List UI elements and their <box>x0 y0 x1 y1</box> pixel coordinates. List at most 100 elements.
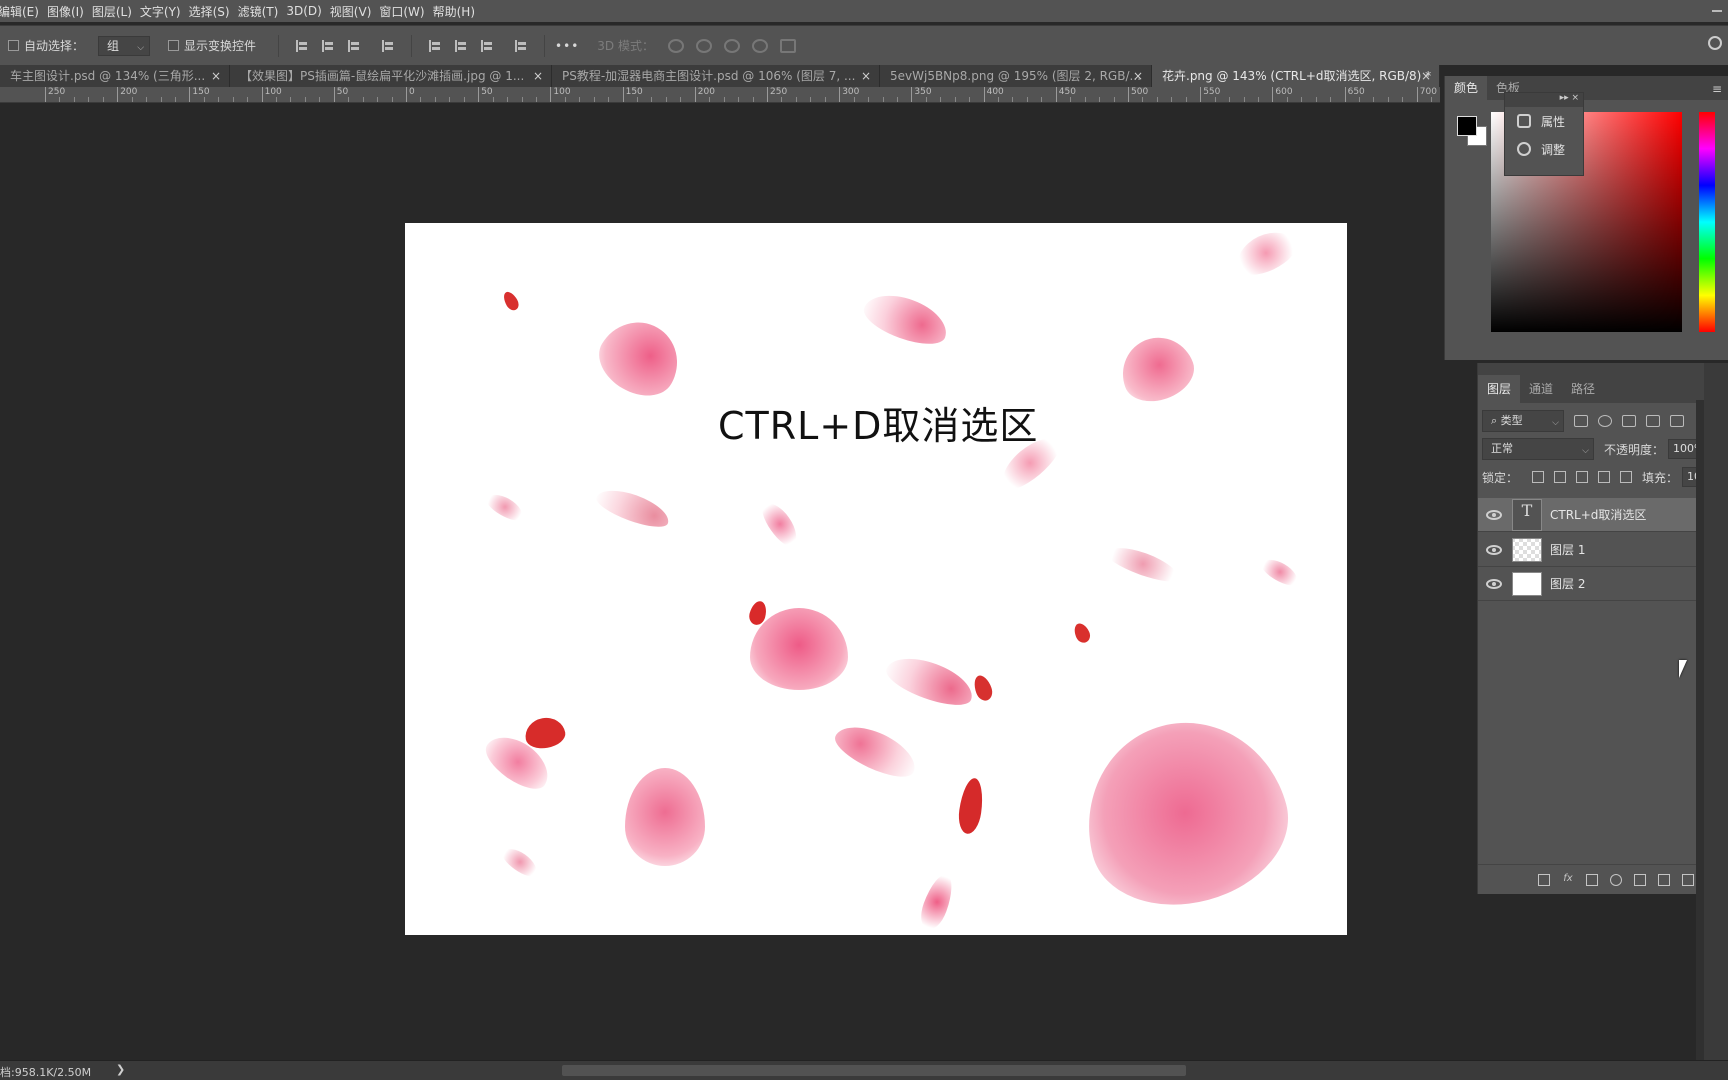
menu-select[interactable]: 选择(S) <box>189 3 238 20</box>
lock-artboard-icon[interactable] <box>1598 471 1611 483</box>
adjustments-button[interactable]: 调整 <box>1505 135 1583 163</box>
link-icon[interactable] <box>1538 873 1550 886</box>
lock-all-icon[interactable] <box>1620 471 1633 483</box>
lock-pixels-icon[interactable] <box>1554 471 1567 483</box>
canvas-text-layer[interactable]: CTRL+D取消选区 <box>718 395 1038 450</box>
close-icon[interactable]: × <box>533 65 543 87</box>
menu-3d[interactable]: 3D(D) <box>286 4 329 18</box>
ruler-minor-tick <box>969 97 971 102</box>
ruler-minor-tick <box>723 97 725 102</box>
menu-window[interactable]: 窗口(W) <box>379 3 432 20</box>
close-icon[interactable]: × <box>1133 65 1143 87</box>
trash-icon[interactable] <box>1682 873 1694 886</box>
auto-select-dropdown[interactable]: 组 ⌵ <box>98 35 151 56</box>
tab-color[interactable]: 颜色 <box>1445 76 1488 100</box>
tab-paths[interactable]: 路径 <box>1562 375 1604 403</box>
ruler-minor-tick <box>131 97 133 102</box>
new-layer-icon[interactable] <box>1658 873 1670 886</box>
layer-row-1[interactable]: 图层 1 <box>1478 533 1708 567</box>
align-top-icon[interactable] <box>428 39 442 53</box>
show-transform-checkbox[interactable] <box>168 40 180 51</box>
layers-panel: 图层 通道 路径 ≡ ⌕ 类型 ⌵ 正常 ⌵ 不透明度： 100% 锁定： 填充… <box>1477 363 1728 894</box>
align-bottom-icon[interactable] <box>480 39 494 53</box>
document-tabs: 车主图设计.psd @ 134% (三角形... × 【效果图】PS插画篇-鼠绘… <box>0 65 1440 87</box>
foreground-color-swatch[interactable] <box>1457 116 1477 136</box>
petal-image <box>1112 327 1202 411</box>
visibility-eye-icon[interactable] <box>1486 509 1502 520</box>
vertical-scrollbar[interactable] <box>1696 400 1704 1060</box>
tab-document-4[interactable]: 5evWj5BNp8.png @ 195% (图层 2, RGB/... × <box>880 65 1152 87</box>
layer-filter-dropdown[interactable]: ⌕ 类型 ⌵ <box>1482 410 1564 432</box>
menu-layer[interactable]: 图层(L) <box>92 3 140 20</box>
ruler-major-tick <box>117 87 119 102</box>
menu-image[interactable]: 图像(I) <box>47 3 92 20</box>
menu-view[interactable]: 视图(V) <box>330 3 380 20</box>
menu-type[interactable]: 文字(Y) <box>140 3 189 20</box>
3d-rotate-icon[interactable] <box>667 38 684 53</box>
auto-select-checkbox[interactable] <box>8 40 19 51</box>
menu-help[interactable]: 帮助(H) <box>433 3 483 20</box>
tab-document-3[interactable]: PS教程-加湿器电商主图设计.psd @ 106% (图层 7, ... × <box>552 65 880 87</box>
properties-button[interactable]: 属性 <box>1505 107 1583 135</box>
align-vcenter-icon[interactable] <box>454 39 468 53</box>
panel-header[interactable]: ▸▸ × <box>1505 93 1583 107</box>
adjustment-icon[interactable] <box>1610 873 1622 886</box>
lock-position-icon[interactable] <box>1576 471 1589 483</box>
distribute-icon[interactable] <box>381 39 395 53</box>
ruler-minor-tick <box>1315 97 1317 102</box>
filter-smart-object-icon[interactable] <box>1670 415 1684 427</box>
filter-adjustment-icon[interactable] <box>1598 415 1612 427</box>
panel-header[interactable] <box>1478 363 1728 375</box>
horizontal-scrollbar[interactable] <box>562 1065 1186 1076</box>
close-icon[interactable]: × <box>861 65 871 87</box>
align-right-icon[interactable] <box>347 39 361 53</box>
visibility-eye-icon[interactable] <box>1486 578 1502 589</box>
ruler-major-tick <box>1272 87 1274 102</box>
lock-transparency-icon[interactable] <box>1532 471 1545 483</box>
3d-roll-icon[interactable] <box>695 38 712 53</box>
ruler-minor-tick <box>203 97 205 102</box>
layers-bottom-toolbar: fx <box>1478 864 1708 894</box>
ruler-minor-tick <box>1330 97 1332 102</box>
horizontal-ruler[interactable]: 250 200 150 100 50 0 50 100 150 200 250 300 350 400 45… <box>0 87 1440 103</box>
hue-slider[interactable] <box>1699 112 1715 332</box>
visibility-eye-icon[interactable] <box>1486 544 1502 555</box>
ruler-minor-tick <box>348 97 350 102</box>
search-icon[interactable] <box>1708 36 1722 50</box>
mask-icon[interactable] <box>1586 873 1598 886</box>
tab-document-2[interactable]: 【效果图】PS插画篇-鼠绘扁平化沙滩插画.jpg @ 1... × <box>230 65 552 87</box>
align-hcenter-icon[interactable] <box>321 39 335 53</box>
ruler-minor-tick <box>1070 97 1072 102</box>
document-canvas[interactable]: CTRL+D取消选区 <box>405 223 1347 935</box>
3d-camera-icon[interactable] <box>779 38 796 53</box>
petal-image <box>587 307 693 409</box>
minimize-icon[interactable] <box>1712 10 1722 12</box>
menu-filter[interactable]: 滤镜(T) <box>238 3 287 20</box>
tab-document-active[interactable]: 花卉.png @ 143% (CTRL+d取消选区, RGB/8) * × <box>1152 65 1440 87</box>
fx-icon[interactable]: fx <box>1562 873 1574 886</box>
filter-type-icon[interactable] <box>1622 415 1636 427</box>
3d-slide-icon[interactable] <box>751 38 768 53</box>
filter-pixel-icon[interactable] <box>1574 415 1588 427</box>
more-options-button[interactable]: ••• <box>555 39 579 53</box>
status-menu-arrow-icon[interactable]: ❯ <box>116 1063 125 1076</box>
layer-row-2[interactable]: 图层 2 <box>1478 567 1708 601</box>
layer-row-text[interactable]: T CTRL+d取消选区 <box>1478 498 1708 532</box>
tab-layers[interactable]: 图层 <box>1478 375 1521 403</box>
close-icon[interactable]: × <box>211 65 221 87</box>
menu-edit[interactable]: 编辑(E) <box>0 3 47 20</box>
align-left-icon[interactable] <box>295 39 309 53</box>
blend-row: 正常 ⌵ 不透明度： 100% <box>1482 437 1723 461</box>
tab-channels[interactable]: 通道 <box>1520 375 1562 403</box>
close-icon[interactable]: × <box>1421 65 1431 87</box>
ruler-minor-tick <box>88 97 90 102</box>
3d-pan-icon[interactable] <box>723 38 740 53</box>
folder-icon[interactable] <box>1634 873 1646 886</box>
panel-menu-icon[interactable]: ≡ <box>1712 82 1722 96</box>
blend-mode-dropdown[interactable]: 正常 ⌵ <box>1482 438 1594 460</box>
ruler-label: 50 <box>336 87 349 97</box>
distribute-vertical-icon[interactable] <box>514 39 528 53</box>
tab-document-1[interactable]: 车主图设计.psd @ 134% (三角形... × <box>0 65 230 87</box>
petal-image <box>498 843 542 881</box>
filter-shape-icon[interactable] <box>1646 415 1660 427</box>
